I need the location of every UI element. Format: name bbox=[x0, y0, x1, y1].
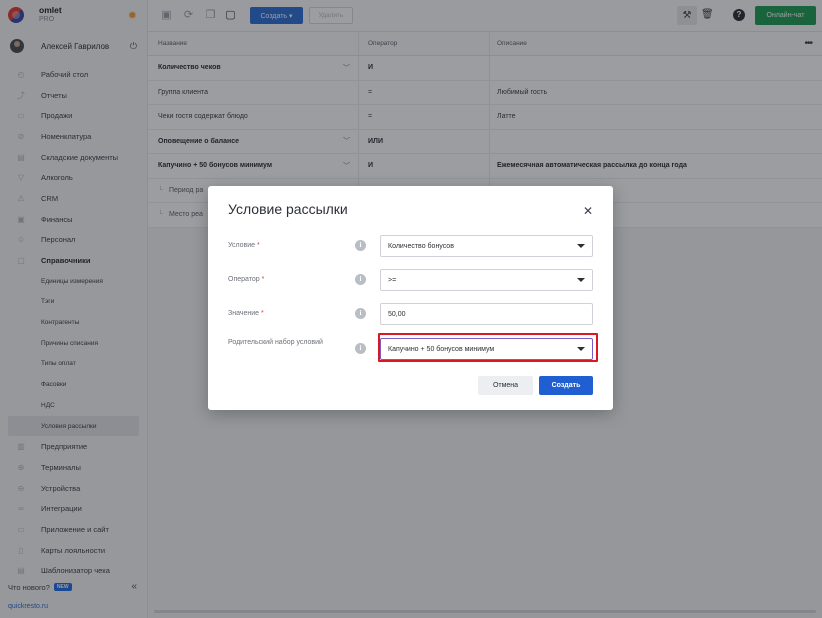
mailing-condition-dialog: Условие рассылки ✕ Условие * i Количеств… bbox=[208, 186, 613, 410]
operator-field-row: Оператор * i >= bbox=[228, 269, 593, 291]
close-icon[interactable]: ✕ bbox=[583, 204, 593, 218]
operator-select[interactable]: >= bbox=[380, 269, 593, 291]
dialog-title: Условие рассылки bbox=[228, 201, 348, 217]
cancel-button[interactable]: Отмена bbox=[478, 376, 533, 395]
info-icon[interactable]: i bbox=[355, 308, 366, 319]
value-label: Значение * bbox=[228, 310, 264, 317]
condition-field-row: Условие * i Количество бонусов bbox=[228, 235, 593, 257]
info-icon[interactable]: i bbox=[355, 274, 366, 285]
info-icon[interactable]: i bbox=[355, 343, 366, 354]
create-dialog-button[interactable]: Создать bbox=[539, 376, 593, 395]
operator-label: Оператор * bbox=[228, 276, 265, 283]
parent-set-label: Родительский набор условий bbox=[228, 339, 323, 346]
condition-select[interactable]: Количество бонусов bbox=[380, 235, 593, 257]
value-field-row: Значение * i 50,00 bbox=[228, 303, 593, 325]
dropdown-caret-icon bbox=[577, 278, 585, 282]
condition-label: Условие * bbox=[228, 242, 260, 249]
value-input[interactable]: 50,00 bbox=[380, 303, 593, 325]
info-icon[interactable]: i bbox=[355, 240, 366, 251]
highlight-box bbox=[378, 333, 598, 362]
dropdown-caret-icon bbox=[577, 244, 585, 248]
